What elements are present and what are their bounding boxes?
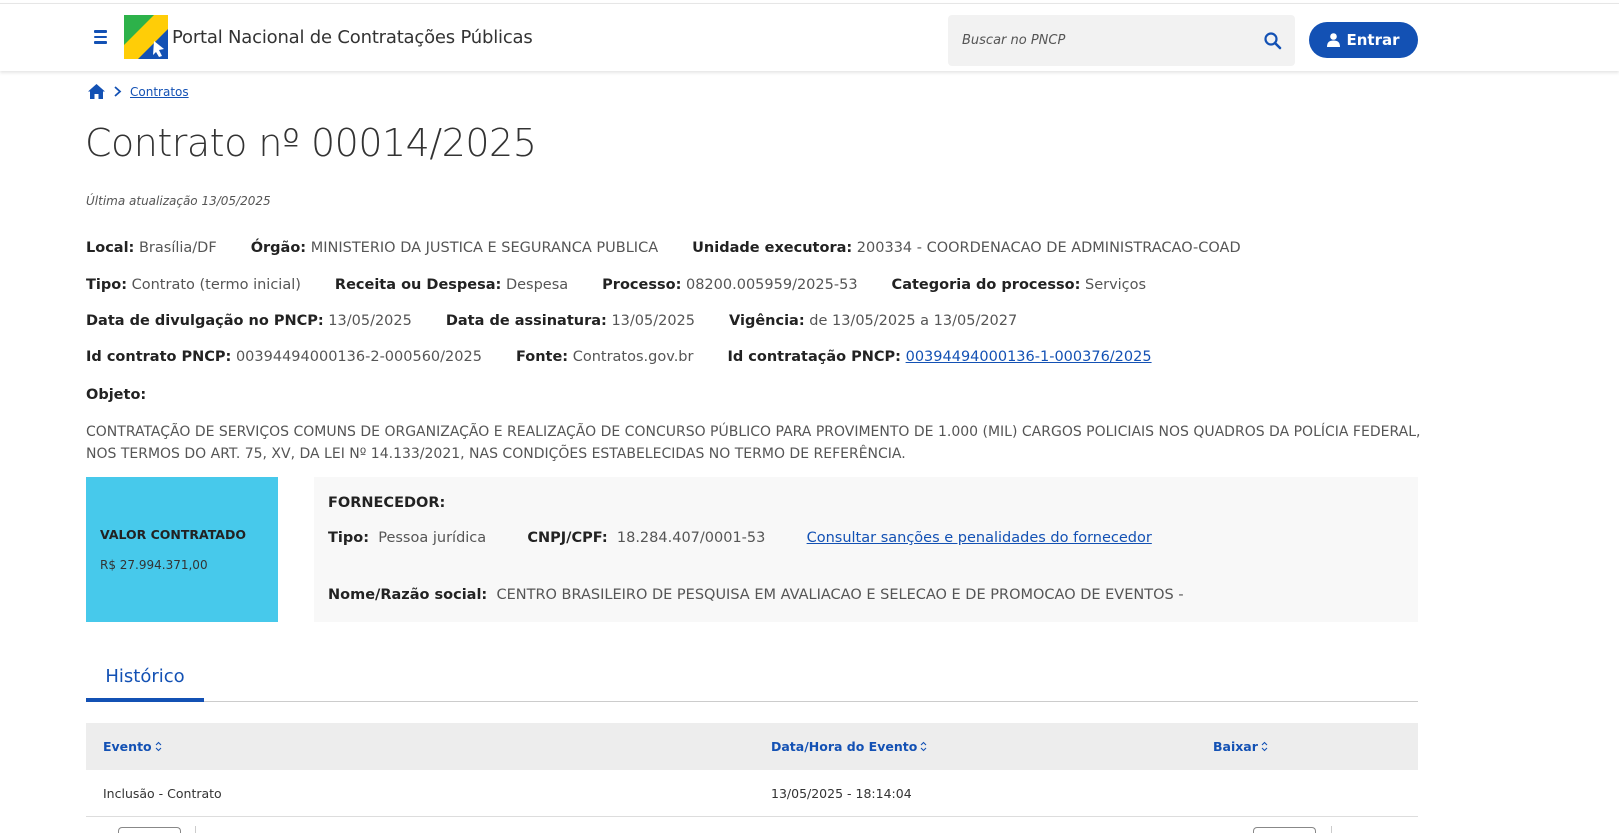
info-id-contrato: Id contrato PNCP: 00394494000136-2-00056… xyxy=(86,349,482,365)
fornecedor-nome-label: Nome/Razão social: xyxy=(328,587,488,603)
tab-bar: Histórico xyxy=(86,660,1418,702)
search-input[interactable] xyxy=(962,15,1252,66)
info-vigencia: Vigência: de 13/05/2025 a 13/05/2027 xyxy=(729,313,1018,329)
column-header-data-hora[interactable]: Data/Hora do Evento xyxy=(771,739,927,754)
column-header-baixar[interactable]: Baixar xyxy=(1213,739,1268,754)
fornecedor-cnpj-value: 18.284.407/0001-53 xyxy=(616,530,766,546)
pager-divider xyxy=(195,826,196,833)
info-orgao: Órgão: MINISTERIO DA JUSTICA E SEGURANCA… xyxy=(250,240,659,256)
login-button[interactable]: Entrar xyxy=(1309,22,1418,58)
info-local: Local: Brasília/DF xyxy=(86,240,217,256)
info-tipo: Tipo: Contrato (termo inicial) xyxy=(86,277,301,293)
info-receita-despesa: Receita ou Despesa: Despesa xyxy=(334,277,569,293)
home-icon[interactable] xyxy=(88,84,105,99)
cell-data-hora: 13/05/2025 - 18:14:04 xyxy=(771,786,912,801)
valor-label: VALOR CONTRATADO xyxy=(100,527,246,542)
table-header: Evento Data/Hora do Evento Baixar xyxy=(86,723,1418,770)
column-header-evento[interactable]: Evento xyxy=(103,739,162,754)
info-fonte: Fonte: Contratos.gov.br xyxy=(515,349,694,365)
fornecedor-nome-value: CENTRO BRASILEIRO DE PESQUISA EM AVALIAC… xyxy=(496,587,1184,603)
user-icon xyxy=(1327,33,1341,47)
fornecedor-nome-row: Nome/Razão social: CENTRO BRASILEIRO DE … xyxy=(328,587,1184,603)
info-categoria: Categoria do processo: Serviços xyxy=(891,277,1147,293)
tab-historico[interactable]: Histórico xyxy=(86,660,204,702)
info-row-4: Id contrato PNCP: 00394494000136-2-00056… xyxy=(86,349,1186,365)
pncp-logo[interactable] xyxy=(124,15,168,59)
info-unidade-executora: Unidade executora: 200334 - COORDENACAO … xyxy=(692,240,1241,256)
page-title: Contrato nº 00014/2025 xyxy=(85,121,537,165)
breadcrumb: Contratos xyxy=(88,84,189,99)
objeto-text: CONTRATAÇÃO DE SERVIÇOS COMUNS DE ORGANI… xyxy=(86,424,1421,462)
search-icon[interactable] xyxy=(1263,31,1283,51)
breadcrumb-contratos-link[interactable]: Contratos xyxy=(130,85,189,99)
info-row-2: Tipo: Contrato (termo inicial) Receita o… xyxy=(86,277,1180,293)
fornecedor-tipo-value: Pessoa jurídica xyxy=(378,530,487,546)
chevron-right-icon xyxy=(114,86,122,97)
fornecedor-title: FORNECEDOR: xyxy=(328,495,446,511)
valor-contratado-box: VALOR CONTRATADO R$ 27.994.371,00 xyxy=(86,477,278,622)
pager-divider xyxy=(1331,826,1332,833)
info-row-1: Local: Brasília/DF Órgão: MINISTERIO DA … xyxy=(86,240,1275,256)
info-processo: Processo: 08200.005959/2025-53 xyxy=(602,277,858,293)
sort-icon xyxy=(155,741,162,752)
fornecedor-cnpj-label: CNPJ/CPF: xyxy=(527,530,608,546)
info-data-divulgacao: Data de divulgação no PNCP: 13/05/2025 xyxy=(86,313,412,329)
items-per-page-select[interactable] xyxy=(118,827,181,833)
fornecedor-box: FORNECEDOR: Tipo: Pessoa jurídica CNPJ/C… xyxy=(314,477,1418,622)
search-box xyxy=(948,15,1295,66)
fornecedor-info-row: Tipo: Pessoa jurídica CNPJ/CPF: 18.284.4… xyxy=(328,530,1152,546)
top-header: Portal Nacional de Contratações Públicas… xyxy=(0,3,1619,71)
last-updated: Última atualização 13/05/2025 xyxy=(86,194,271,208)
info-data-assinatura: Data de assinatura: 13/05/2025 xyxy=(445,313,696,329)
valor-value: R$ 27.994.371,00 xyxy=(100,558,208,572)
consultar-sancoes-link[interactable]: Consultar sanções e penalidades do forne… xyxy=(807,530,1152,546)
sort-icon xyxy=(1261,741,1268,752)
info-row-3: Data de divulgação no PNCP: 13/05/2025 D… xyxy=(86,313,1051,329)
objeto-label: Objeto: xyxy=(86,387,147,403)
login-label: Entrar xyxy=(1346,31,1400,49)
hamburger-menu-icon[interactable] xyxy=(94,27,112,47)
page-select[interactable] xyxy=(1253,827,1316,833)
historico-table: Evento Data/Hora do Evento Baixar Inclus… xyxy=(86,723,1418,817)
id-contratacao-link[interactable]: 00394494000136-1-000376/2025 xyxy=(906,349,1152,365)
cell-evento: Inclusão - Contrato xyxy=(103,786,222,801)
table-row[interactable]: Inclusão - Contrato 13/05/2025 - 18:14:0… xyxy=(86,770,1418,817)
sort-icon xyxy=(920,741,927,752)
info-id-contratacao: Id contratação PNCP: 00394494000136-1-00… xyxy=(727,349,1152,365)
fornecedor-tipo-label: Tipo: xyxy=(328,530,370,546)
portal-title[interactable]: Portal Nacional de Contratações Públicas xyxy=(172,27,533,48)
